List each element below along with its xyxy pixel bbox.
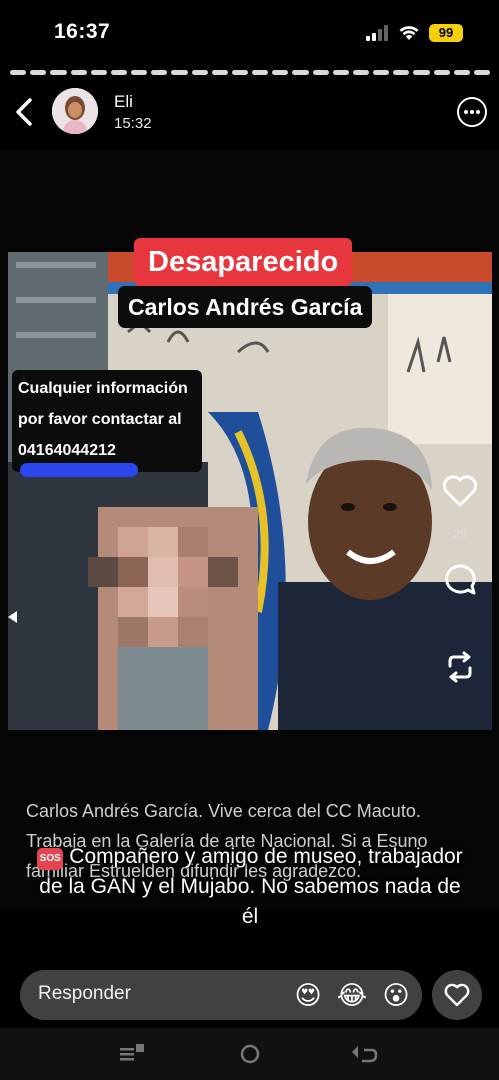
story-overlay-text: SOS Compañero y amigo de museo, trabajado…: [30, 842, 470, 932]
post-time: 15:32: [114, 115, 152, 132]
missing-tag: Desaparecido: [134, 238, 353, 286]
surprised-reaction-icon[interactable]: 😮: [380, 980, 412, 1012]
heart-icon[interactable]: [442, 474, 478, 508]
contact-info-box: Cualquier información por favor contacta…: [12, 370, 202, 472]
cellular-signal-icon: [366, 25, 388, 41]
like-story-button[interactable]: [432, 970, 482, 1020]
battery-indicator: 99: [429, 24, 463, 42]
recent-apps-icon[interactable]: [118, 1040, 146, 1068]
heart-eyes-reaction-icon[interactable]: 😍: [292, 980, 324, 1012]
status-bar: 16:37 99: [0, 0, 499, 66]
previous-story-marker-icon: [8, 611, 17, 623]
missing-person-name: Carlos Andrés García: [118, 286, 373, 328]
like-count: 29: [452, 526, 468, 541]
laughing-reaction-icon[interactable]: 😂: [336, 980, 368, 1012]
comment-bubble-icon[interactable]: [443, 563, 477, 597]
heart-icon: [444, 983, 470, 1007]
contact-info-line: por favor contactar al: [18, 411, 182, 428]
redaction-bar: [20, 463, 138, 477]
back-nav-icon[interactable]: [350, 1040, 378, 1068]
wifi-icon: [399, 26, 419, 40]
overlay-text-content: Compañero y amigo de museo, trabajador d…: [39, 845, 463, 928]
home-icon[interactable]: [236, 1040, 264, 1068]
contact-phone: 04164044212: [18, 442, 116, 459]
avatar[interactable]: [52, 88, 98, 134]
repost-icon[interactable]: [444, 650, 476, 684]
story-progress-bar: [10, 70, 491, 75]
contact-info-line: Cualquier información: [18, 380, 188, 397]
back-button[interactable]: [12, 96, 38, 128]
sos-badge: SOS: [37, 848, 64, 870]
user-name[interactable]: Eli: [114, 92, 133, 112]
more-options-button[interactable]: [457, 97, 487, 127]
reply-input[interactable]: Responder: [38, 983, 131, 1005]
status-time: 16:37: [54, 20, 111, 43]
